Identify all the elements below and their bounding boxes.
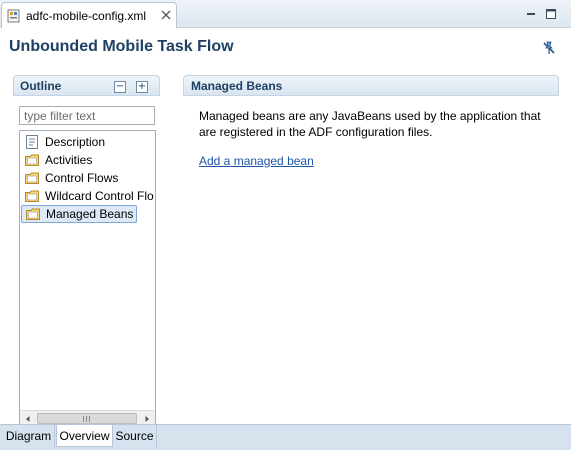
collapse-all-button[interactable]: − xyxy=(114,81,126,93)
outline-title: Outline xyxy=(20,79,62,93)
outline-header: Outline − + xyxy=(13,75,160,96)
grip-icon xyxy=(83,415,91,422)
tree-item-wildcard-control-flows[interactable]: Wildcard Control Flo xyxy=(21,187,155,205)
bottom-tab-bar: Diagram Overview Source xyxy=(0,424,571,450)
folder-icon xyxy=(25,172,39,184)
tree-item-description[interactable]: Description xyxy=(21,133,108,151)
page-icon xyxy=(26,135,38,149)
maximize-button[interactable] xyxy=(544,7,558,21)
xml-file-icon xyxy=(7,9,20,23)
tree-item-managed-beans[interactable]: Managed Beans xyxy=(21,205,138,223)
add-managed-bean-link[interactable]: Add a managed bean xyxy=(199,154,314,168)
page-title: Unbounded Mobile Task Flow xyxy=(9,38,234,55)
tab-overview[interactable]: Overview xyxy=(56,425,113,447)
collapse-icon: − xyxy=(115,81,125,92)
minimize-icon xyxy=(527,13,535,15)
tab-source[interactable]: Source xyxy=(113,425,157,447)
expand-icon: + xyxy=(137,81,147,92)
minimize-button[interactable] xyxy=(524,7,538,21)
editor-content: Unbounded Mobile Task Flow Outline − + D… xyxy=(0,28,571,427)
editor-tab-label: adfc-mobile-config.xml xyxy=(26,9,147,23)
folder-icon xyxy=(25,154,39,166)
details-header: Managed Beans xyxy=(183,75,559,96)
pin-icon[interactable] xyxy=(541,40,557,56)
filter-input[interactable] xyxy=(19,106,155,125)
editor-tab[interactable]: adfc-mobile-config.xml xyxy=(1,2,177,29)
expand-all-button[interactable]: + xyxy=(136,81,148,93)
editor-tab-bar: adfc-mobile-config.xml xyxy=(0,0,571,29)
folder-icon xyxy=(26,208,40,220)
details-title: Managed Beans xyxy=(191,79,283,93)
outline-tree: Description Activities Control Flows Wil… xyxy=(19,130,156,427)
folder-icon xyxy=(25,190,39,202)
tree-item-control-flows[interactable]: Control Flows xyxy=(21,169,121,187)
tab-diagram[interactable]: Diagram xyxy=(3,425,55,447)
scrollbar-thumb[interactable] xyxy=(37,413,137,424)
chevron-left-icon xyxy=(26,415,30,422)
close-icon[interactable] xyxy=(161,10,171,20)
chevron-right-icon xyxy=(145,415,149,422)
details-description: Managed beans are any JavaBeans used by … xyxy=(199,109,541,139)
tree-item-activities[interactable]: Activities xyxy=(21,151,95,169)
maximize-icon xyxy=(546,9,556,19)
